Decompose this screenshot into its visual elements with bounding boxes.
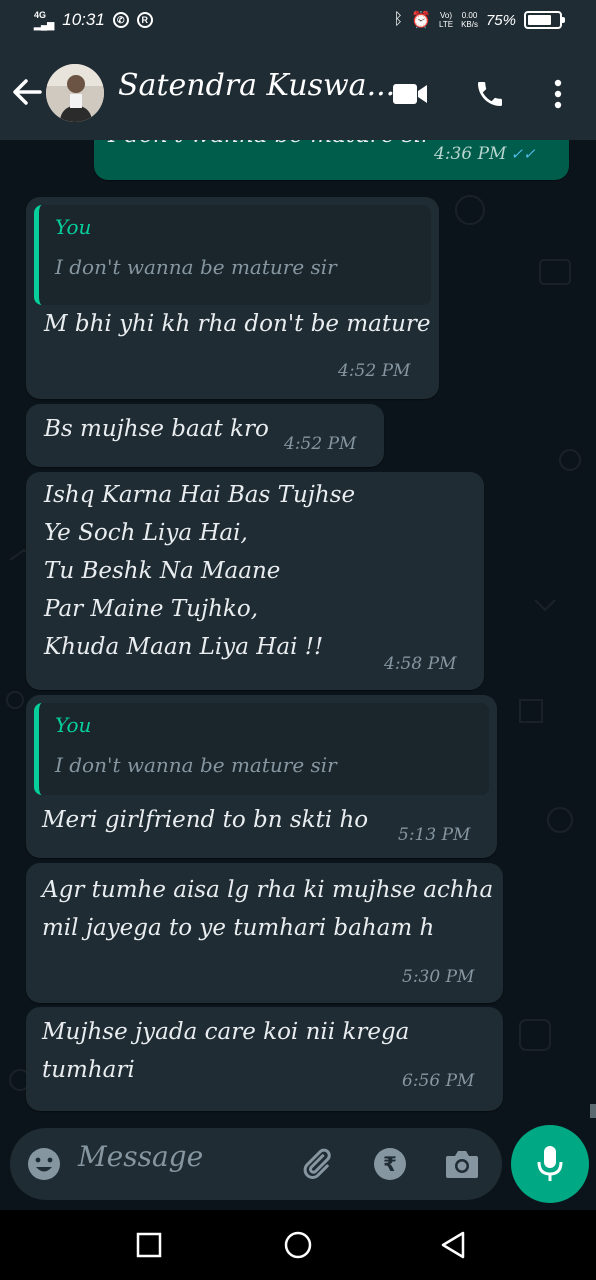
message-time-text: 4:36 PM xyxy=(434,144,507,164)
chat-messages[interactable]: I don't wanna be mature sir 4:36 PM✓✓ Yo… xyxy=(0,140,596,1120)
message-text: Bs mujhse baat kro xyxy=(44,416,269,442)
camera-icon[interactable] xyxy=(444,1146,480,1182)
voice-call-icon[interactable] xyxy=(470,74,510,114)
data-speed-value: 0.00 xyxy=(461,11,478,20)
message-composer: Message ₹ xyxy=(10,1128,502,1200)
contact-avatar[interactable] xyxy=(46,64,104,122)
message-line: mil jayega to ye tumhari baham h xyxy=(42,915,435,941)
bluetooth-icon: ᛒ xyxy=(393,11,404,28)
video-call-icon[interactable] xyxy=(390,74,430,114)
back-button[interactable] xyxy=(436,1228,470,1262)
data-speed: 0.00 KB/s xyxy=(461,11,478,29)
network-indicator: 4G ▂▄▆ xyxy=(34,10,54,30)
network-type: 4G xyxy=(34,10,47,20)
message-line: Agr tumhe aisa lg rha ki mujhse achha xyxy=(42,877,494,903)
recents-button[interactable] xyxy=(132,1228,166,1262)
scroll-indicator[interactable] xyxy=(590,1104,596,1118)
message-line: tumhari xyxy=(42,1057,135,1083)
message-time: 6:56 PM xyxy=(402,1071,475,1091)
signal-icon: ▂▄▆ xyxy=(34,20,55,30)
message-input[interactable]: Message xyxy=(78,1140,203,1173)
message-time: 4:52 PM xyxy=(338,361,411,381)
system-navigation-bar xyxy=(0,1210,596,1280)
message-line: Khuda Maan Liya Hai !! xyxy=(44,634,324,660)
message-time: 5:30 PM xyxy=(402,967,475,987)
message-line: Par Maine Tujhko, xyxy=(44,596,259,622)
message-bubble-incoming[interactable]: Agr tumhe aisa lg rha ki mujhse achha mi… xyxy=(26,863,503,1003)
microphone-icon xyxy=(537,1146,563,1181)
message-text: I don't wanna be mature sir xyxy=(108,140,432,154)
message-line: Mujhse jyada care koi nii krega xyxy=(42,1019,410,1045)
emoji-icon[interactable] xyxy=(26,1146,62,1182)
quoted-message[interactable]: You I don't wanna be mature sir xyxy=(34,205,431,305)
message-line: Ishq Karna Hai Bas Tujhse xyxy=(44,482,356,508)
back-arrow-icon[interactable] xyxy=(10,72,44,112)
volte-top-text: Vo) xyxy=(440,11,453,20)
data-speed-unit: KB/s xyxy=(461,20,478,29)
home-button[interactable] xyxy=(281,1228,315,1262)
clock: 10:31 xyxy=(62,10,105,29)
whatsapp-notification-icon: ✆ xyxy=(112,12,129,28)
read-ticks-icon: ✓✓ xyxy=(510,145,536,163)
app-notification-icon: R xyxy=(136,12,153,28)
battery-percent: 75% xyxy=(485,11,516,29)
contact-name[interactable]: Satendra Kuswa... xyxy=(118,68,395,103)
message-bubble-incoming[interactable]: You I don't wanna be mature sir M bhi yh… xyxy=(26,197,439,399)
status-bar: 4G ▂▄▆ 10:31 ✆ R ᛒ ⏰ Vo) LTE 0.00 KB/s 7… xyxy=(0,0,596,44)
message-time: 5:13 PM xyxy=(398,825,471,845)
message-line: Ye Soch Liya Hai, xyxy=(44,520,248,546)
message-text: M bhi yhi kh rha don't be mature xyxy=(44,311,431,337)
payment-icon[interactable]: ₹ xyxy=(372,1146,408,1182)
message-text: Meri girlfriend to bn skti ho xyxy=(42,807,369,833)
quoted-text: I don't wanna be mature sir xyxy=(55,255,337,279)
volte-bottom-text: LTE xyxy=(438,20,454,29)
battery-icon xyxy=(524,11,565,29)
message-line: Tu Beshk Na Maane xyxy=(44,558,281,584)
message-bubble-incoming[interactable]: You I don't wanna be mature sir Meri gir… xyxy=(26,695,497,858)
chat-header: Satendra Kuswa... xyxy=(0,44,596,140)
quoted-text: I don't wanna be mature sir xyxy=(55,753,337,777)
attach-icon[interactable] xyxy=(298,1146,334,1182)
more-options-icon[interactable] xyxy=(538,74,578,114)
message-bubble-incoming[interactable]: Mujhse jyada care koi nii krega tumhari … xyxy=(26,1007,503,1111)
message-time: 4:36 PM ✓✓ xyxy=(434,144,536,164)
message-bubble-incoming[interactable]: Bs mujhse baat kro 4:52 PM xyxy=(26,404,384,467)
message-time: 4:52 PM xyxy=(284,434,357,454)
message-bubble-incoming[interactable]: Ishq Karna Hai Bas Tujhse Ye Soch Liya H… xyxy=(26,472,484,690)
battery-fill xyxy=(528,15,551,25)
message-time: 4:58 PM xyxy=(384,654,457,674)
alarm-icon: ⏰ xyxy=(411,12,431,29)
quoted-message[interactable]: You I don't wanna be mature sir xyxy=(34,703,489,795)
quoted-author: You xyxy=(55,215,92,239)
voice-message-button[interactable] xyxy=(511,1125,589,1203)
message-bubble-outgoing[interactable]: I don't wanna be mature sir 4:36 PM✓✓ xyxy=(94,140,569,180)
volte-indicator: Vo) LTE xyxy=(439,11,453,29)
quoted-author: You xyxy=(55,713,92,737)
svg-text:₹: ₹ xyxy=(383,1152,397,1176)
